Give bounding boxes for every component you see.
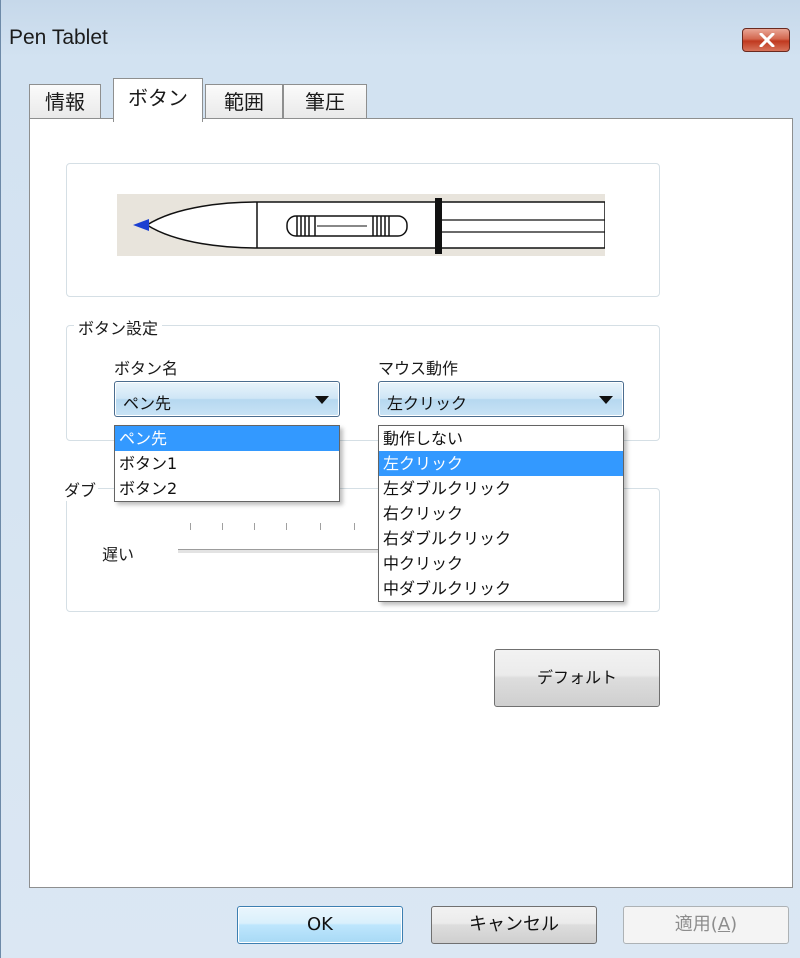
mouse-action-label: マウス動作 bbox=[378, 359, 459, 378]
mouse-action-dropdown: 動作しない 左クリック 左ダブルクリック 右クリック 右ダブルクリック 中クリッ… bbox=[378, 425, 624, 602]
pen-diagram[interactable] bbox=[117, 194, 605, 256]
list-item[interactable]: 左ダブルクリック bbox=[379, 476, 623, 501]
button-name-value: ペン先 bbox=[123, 394, 172, 413]
slider-tick bbox=[254, 523, 255, 530]
apply-label: 適用( bbox=[674, 914, 718, 935]
apply-button[interactable]: 適用(A) bbox=[623, 906, 789, 944]
cancel-button[interactable]: キャンセル bbox=[431, 906, 597, 944]
list-item[interactable]: 右ダブルクリック bbox=[379, 526, 623, 551]
pen-tablet-dialog: Pen Tablet 情報 ボタン 範囲 筆圧 ボタン設定 ボタン名 マウス動作… bbox=[0, 0, 800, 958]
slow-label: 遅い bbox=[102, 545, 135, 564]
mouse-action-value: 左クリック bbox=[387, 394, 468, 413]
list-item[interactable]: 中ダブルクリック bbox=[379, 576, 623, 601]
list-item[interactable]: 左クリック bbox=[379, 451, 623, 476]
double-click-speed-slider[interactable] bbox=[178, 549, 378, 554]
list-item[interactable]: ボタン2 bbox=[115, 476, 339, 501]
tab-info[interactable]: 情報 bbox=[29, 84, 101, 120]
chevron-down-icon bbox=[315, 396, 329, 404]
apply-label-suffix: ) bbox=[730, 914, 738, 935]
tab-buttons[interactable]: ボタン bbox=[113, 78, 203, 122]
slider-tick bbox=[190, 523, 191, 530]
slider-tick bbox=[354, 523, 355, 530]
tab-panel: ボタン設定 ボタン名 マウス動作 ペン先 左クリック ダブ 遅い デフォルト ペ… bbox=[29, 118, 793, 888]
default-button[interactable]: デフォルト bbox=[494, 649, 660, 707]
double-click-label: ダブ bbox=[62, 477, 99, 501]
window-title: Pen Tablet bbox=[9, 26, 108, 49]
list-item[interactable]: 右クリック bbox=[379, 501, 623, 526]
close-x-icon bbox=[759, 33, 775, 47]
slider-tick bbox=[222, 523, 223, 530]
mouse-action-select[interactable]: 左クリック bbox=[378, 381, 624, 417]
ok-button[interactable]: OK bbox=[237, 906, 403, 944]
chevron-down-icon bbox=[599, 396, 613, 404]
slider-tick bbox=[320, 523, 321, 530]
tab-pressure[interactable]: 筆圧 bbox=[283, 84, 367, 120]
list-item[interactable]: 中クリック bbox=[379, 551, 623, 576]
button-settings-label: ボタン設定 bbox=[74, 315, 163, 339]
list-item[interactable]: 動作しない bbox=[379, 426, 623, 451]
button-name-dropdown: ペン先 ボタン1 ボタン2 bbox=[114, 425, 340, 502]
close-button[interactable] bbox=[742, 28, 790, 52]
button-name-label: ボタン名 bbox=[114, 359, 179, 378]
button-name-select[interactable]: ペン先 bbox=[114, 381, 340, 417]
list-item[interactable]: ボタン1 bbox=[115, 451, 339, 476]
tab-range[interactable]: 範囲 bbox=[205, 84, 283, 120]
list-item[interactable]: ペン先 bbox=[115, 426, 339, 451]
slider-tick bbox=[286, 523, 287, 530]
pen-diagram-frame bbox=[66, 163, 660, 297]
apply-mnemonic: A bbox=[717, 914, 731, 935]
